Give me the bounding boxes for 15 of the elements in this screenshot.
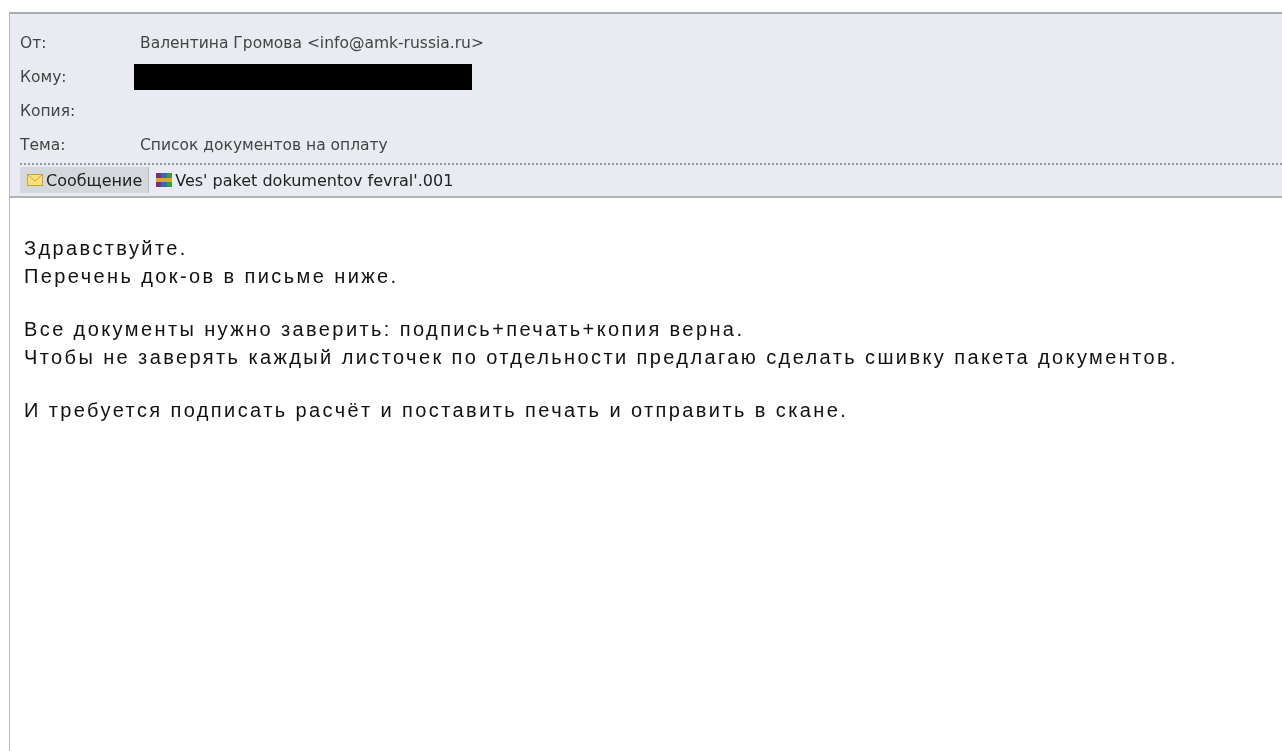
field-value: Валентина Громова <info@amk-russia.ru> [140, 34, 484, 52]
field-label: От: [20, 34, 48, 52]
message-tab[interactable]: Сообщение [20, 167, 150, 193]
message-text: Здравствуйте. [24, 236, 189, 261]
message-text: Перечень док-ов в письме ниже. [24, 264, 400, 289]
message-text: И требуется подписать расчёт и поставить печать и отправить в скане. [24, 398, 850, 423]
message-text: Чтобы не заверять каждый листочек по отдельности предлагаю сделать сшивку пакета документов. [24, 345, 1180, 370]
field-label: Тема: [20, 136, 67, 154]
message-text: Все документы нужно заверить: подпись+печать+копия верна. [24, 317, 746, 342]
archive-icon [156, 172, 173, 188]
field-value: Список документов на оплату [140, 136, 388, 154]
field-label: Кому: [20, 68, 68, 86]
field-label: Копия: [20, 102, 77, 120]
envelope-icon [27, 174, 43, 186]
attachment-tab[interactable]: Ves' paket dokumentov fevral'.001 [149, 167, 460, 193]
